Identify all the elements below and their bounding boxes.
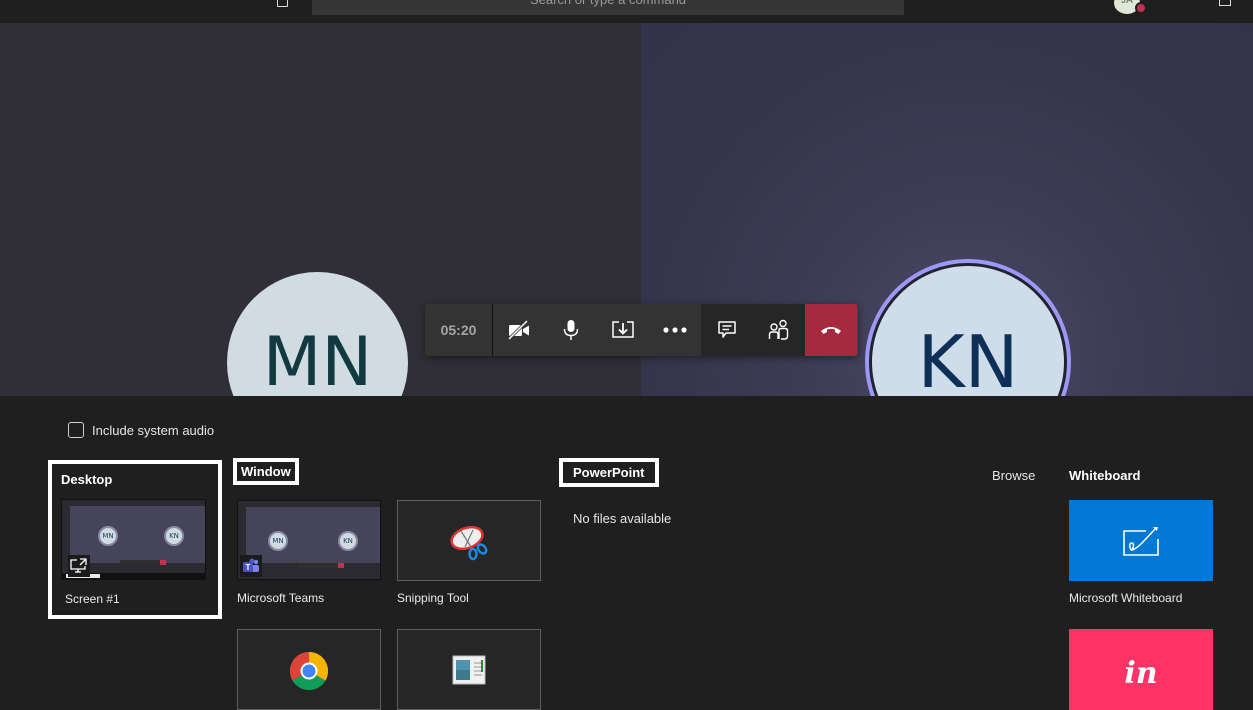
share-button[interactable] bbox=[597, 304, 649, 356]
snipping-tool-icon bbox=[450, 525, 488, 560]
screen-1-thumbnail[interactable]: MN KN bbox=[61, 499, 206, 580]
phone-hangup-icon bbox=[821, 327, 841, 334]
svg-text:T: T bbox=[246, 563, 251, 572]
powerpoint-empty-message: No files available bbox=[573, 511, 672, 526]
whiteboard-section-title: Whiteboard bbox=[1069, 468, 1141, 483]
desktop-section[interactable]: Desktop MN KN Screen #1 bbox=[48, 460, 222, 619]
call-stage: MN KN 05:20 bbox=[0, 23, 1253, 396]
invision-logo-icon: in bbox=[1124, 656, 1158, 691]
share-tray-icon bbox=[612, 321, 634, 338]
window-restore-icon[interactable] bbox=[1219, 0, 1231, 6]
application-window-icon bbox=[452, 655, 486, 684]
screen-share-icon bbox=[68, 555, 90, 577]
powerpoint-section-title: PowerPoint bbox=[559, 458, 659, 487]
window-microsoft-teams-label: Microsoft Teams bbox=[237, 591, 325, 605]
mic-icon bbox=[563, 320, 579, 340]
microphone-button[interactable] bbox=[545, 304, 597, 356]
teams-app-icon: T bbox=[240, 555, 262, 577]
search-input[interactable]: Search or type a command bbox=[312, 0, 904, 15]
screen-1-label: Screen #1 bbox=[65, 592, 120, 606]
desktop-section-title: Desktop bbox=[61, 472, 113, 487]
top-bar: Search or type a command JA bbox=[0, 0, 1253, 23]
window-application[interactable] bbox=[397, 629, 541, 710]
video-off-icon bbox=[507, 320, 529, 340]
more-actions-button[interactable] bbox=[649, 304, 701, 356]
window-microsoft-teams[interactable]: MN KN T bbox=[237, 500, 381, 580]
presence-status-icon bbox=[1135, 2, 1147, 14]
invision-whiteboard-tile[interactable]: in bbox=[1069, 629, 1213, 710]
hang-up-button[interactable] bbox=[805, 304, 857, 356]
camera-toggle-button[interactable] bbox=[493, 304, 545, 356]
browse-button[interactable]: Browse bbox=[992, 468, 1035, 483]
window-snipping-tool[interactable] bbox=[397, 500, 541, 581]
include-system-audio-checkbox[interactable] bbox=[68, 422, 84, 438]
whiteboard-icon bbox=[1123, 526, 1159, 556]
window-google-chrome[interactable] bbox=[237, 629, 381, 710]
window-section-title: Window bbox=[233, 458, 299, 485]
chrome-icon bbox=[289, 651, 329, 690]
participants-button[interactable] bbox=[753, 304, 805, 356]
call-timer: 05:20 bbox=[425, 304, 493, 356]
participant-avatar: MN bbox=[227, 272, 408, 396]
call-controls-bar: 05:20 bbox=[425, 304, 858, 356]
include-system-audio-option[interactable]: Include system audio bbox=[68, 422, 214, 438]
more-icon bbox=[663, 327, 687, 333]
microsoft-whiteboard-label: Microsoft Whiteboard bbox=[1069, 591, 1183, 605]
chat-button[interactable] bbox=[701, 304, 753, 356]
chat-icon bbox=[718, 321, 736, 338]
microsoft-whiteboard-tile[interactable] bbox=[1069, 500, 1213, 581]
people-icon bbox=[768, 319, 789, 340]
compose-icon[interactable] bbox=[277, 0, 288, 7]
share-tray: Include system audio Desktop MN KN Scree… bbox=[0, 396, 1253, 710]
include-system-audio-label: Include system audio bbox=[92, 422, 215, 438]
window-snipping-tool-label: Snipping Tool bbox=[397, 591, 469, 605]
